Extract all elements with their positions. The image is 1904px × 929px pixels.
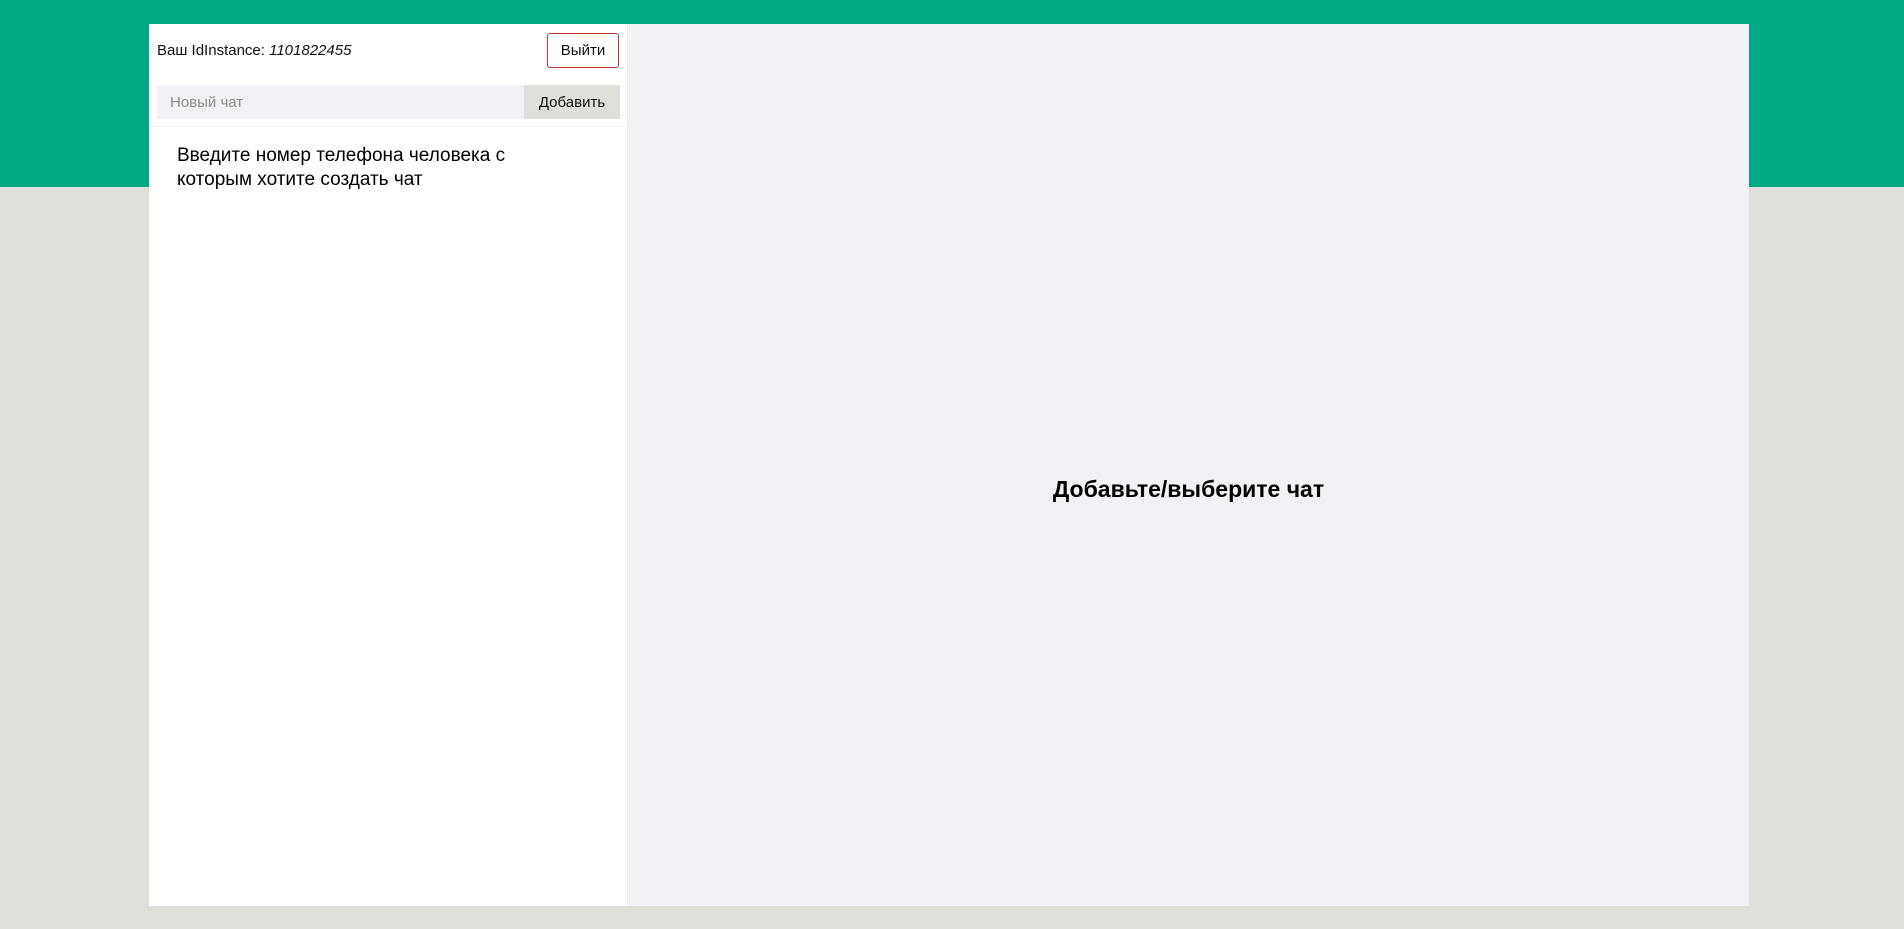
empty-chat-list-hint: Введите номер телефона человека с которы…: [177, 145, 506, 190]
instance-id: 1101822455: [269, 42, 352, 59]
divider: [149, 126, 627, 127]
new-chat-form: Добавить: [157, 85, 620, 119]
logout-button[interactable]: Выйти: [547, 33, 619, 68]
instance-info: Ваш IdInstance: 1101822455: [157, 42, 351, 59]
instance-label: Ваш IdInstance:: [157, 42, 270, 59]
add-chat-button[interactable]: Добавить: [524, 85, 620, 119]
sidebar: Ваш IdInstance: 1101822455 Выйти Добавит…: [149, 24, 628, 906]
app-window: Ваш IdInstance: 1101822455 Выйти Добавит…: [149, 24, 1749, 906]
sidebar-header: Ваш IdInstance: 1101822455 Выйти: [149, 24, 627, 79]
new-chat-input[interactable]: [157, 85, 524, 119]
select-chat-placeholder: Добавьте/выберите чат: [1052, 476, 1325, 502]
conversation-pane: Добавьте/выберите чат: [628, 24, 1749, 906]
